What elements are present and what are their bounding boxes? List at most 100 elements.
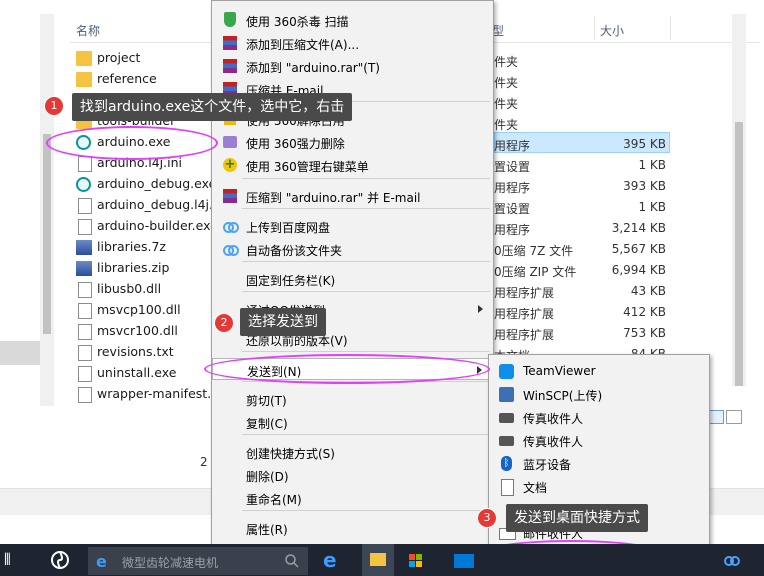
file-size-cell xyxy=(590,116,666,137)
context-menu-item[interactable]: 压缩到 "arduino.rar" 并 E-mail xyxy=(212,185,493,207)
documents-icon xyxy=(499,479,514,496)
highlight-ellipse-2 xyxy=(204,354,490,384)
file-name: libusb0.dll xyxy=(97,281,162,296)
context-menu-item-label: 使用 360管理右键菜单 xyxy=(246,160,369,174)
file-name: libraries.7z xyxy=(97,239,166,254)
taskbar-search-placeholder: 微型齿轮减速电机 xyxy=(122,556,219,570)
column-separator[interactable] xyxy=(594,16,595,40)
file-icon xyxy=(78,345,92,361)
file-row[interactable]: libraries.zip xyxy=(74,258,214,279)
file-name: project xyxy=(97,50,141,65)
file-row[interactable]: reference xyxy=(74,69,214,90)
file-name: libraries.zip xyxy=(97,260,170,275)
file-row[interactable]: msvcr100.dll xyxy=(74,321,214,342)
menu-separator xyxy=(242,178,490,179)
nav-scrollbar-thumb[interactable] xyxy=(43,134,51,334)
file-size-cell xyxy=(590,95,666,116)
file-row[interactable]: arduino-builder.exe xyxy=(74,216,218,237)
context-menu-item-label: 使用 360强力删除 xyxy=(246,137,345,151)
store-icon[interactable] xyxy=(406,550,426,570)
annotation-tip-2: 选择发送到 xyxy=(240,308,326,336)
file-type-cell: 0压缩 ZIP 文件 xyxy=(494,265,577,279)
file-row[interactable]: arduino_debug.exe xyxy=(74,174,216,195)
plus-circle-icon: + xyxy=(223,157,237,172)
file-row[interactable]: revisions.txt xyxy=(74,342,214,363)
annotation-tip-1: 找到arduino.exe这个文件，选中它，右击 xyxy=(72,93,353,121)
context-menu-item[interactable]: 使用 360杀毒 扫描 xyxy=(212,9,493,31)
nav-scrollbar[interactable] xyxy=(40,14,54,406)
context-menu-item[interactable]: + 使用 360管理右键菜单 xyxy=(212,154,493,176)
folder-icon xyxy=(76,51,92,66)
file-name: arduino_debug.l4j.ini xyxy=(97,197,228,212)
file-list-scrollbar[interactable] xyxy=(732,14,746,386)
navigation-pane[interactable] xyxy=(0,0,40,410)
send-to-item[interactable]: TeamViewer xyxy=(489,360,709,382)
context-menu-item[interactable]: 创建快捷方式(S) xyxy=(212,441,493,463)
col-size-header[interactable]: 大小 xyxy=(600,22,624,39)
col-name-header[interactable]: 名称 xyxy=(76,22,100,39)
context-menu-item[interactable]: 剪切(T) xyxy=(212,388,493,410)
file-type-cell: 件夹 xyxy=(494,118,519,132)
file-size-cell: 43 KB xyxy=(630,284,666,298)
pinwheel-app-icon[interactable] xyxy=(50,550,70,570)
context-menu-item[interactable]: 自动备份该文件夹 xyxy=(212,238,493,260)
file-icon xyxy=(78,387,92,403)
context-menu-item[interactable]: 重命名(M) xyxy=(212,487,493,509)
file-type-cell: 0压缩 7Z 文件 xyxy=(494,244,574,258)
send-to-item[interactable]: 传真收件人 xyxy=(489,429,709,451)
search-icon[interactable] xyxy=(284,553,300,569)
file-type-cell: 用程序扩展 xyxy=(494,286,555,300)
file-list-scrollbar-thumb[interactable] xyxy=(735,122,743,386)
file-icon xyxy=(78,366,92,382)
context-menu-item-label: 使用 360杀毒 扫描 xyxy=(246,15,349,29)
file-name: msvcr100.dll xyxy=(97,323,178,338)
send-to-item[interactable]: 文档 xyxy=(489,475,709,497)
context-menu-item[interactable]: 删除(D) xyxy=(212,464,493,486)
annotation-tip-3: 发送到桌面快捷方式 xyxy=(506,504,648,532)
file-row[interactable]: libraries.7z xyxy=(74,237,214,258)
send-to-item[interactable]: 传真收件人 xyxy=(489,406,709,428)
file-row[interactable]: project xyxy=(74,48,214,69)
file-type-cell: 置设置 xyxy=(494,202,531,216)
file-name: revisions.txt xyxy=(97,344,174,359)
file-row[interactable]: arduino_debug.l4j.ini xyxy=(74,195,228,216)
edge-small-icon: e xyxy=(96,552,107,571)
context-menu-item[interactable]: 固定到任务栏(K) xyxy=(212,268,493,290)
context-menu-item[interactable]: 上传到百度网盘 xyxy=(212,215,493,237)
item-count: 2 xyxy=(200,455,208,469)
context-menu-item-label: 上传到百度网盘 xyxy=(246,221,331,235)
send-to-item[interactable]: WinSCP(上传) xyxy=(489,383,709,405)
context-menu-item[interactable]: 添加到压缩文件(A)... xyxy=(212,32,493,54)
file-type-cell: 用程序 xyxy=(494,223,531,237)
mail-taskbar-icon[interactable] xyxy=(454,554,474,568)
context-menu-item[interactable]: 添加到 "arduino.rar"(T) xyxy=(212,55,493,77)
nav-selected-item[interactable] xyxy=(0,341,40,365)
file-row[interactable]: uninstall.exe xyxy=(74,363,214,384)
file-type-cell: 件夹 xyxy=(494,55,519,69)
file-type-cell: 置设置 xyxy=(494,160,531,174)
file-explorer-taskbar-icon[interactable] xyxy=(362,544,394,576)
large-icons-view-icon[interactable] xyxy=(726,410,742,424)
file-icon xyxy=(78,198,92,214)
file-row[interactable]: libusb0.dll xyxy=(74,279,214,300)
details-view-icon[interactable] xyxy=(708,410,724,424)
taskbar-search-box[interactable]: e 微型齿轮减速电机 xyxy=(88,547,308,575)
send-to-item-label: 传真收件人 xyxy=(523,435,584,449)
file-row[interactable]: msvcp100.dll xyxy=(74,300,214,321)
send-to-item[interactable]: ᛒ 蓝牙设备 xyxy=(489,452,709,474)
file-type-cell: 用程序扩展 xyxy=(494,328,555,342)
context-menu-item[interactable]: 使用 360强力删除 xyxy=(212,131,493,153)
file-row[interactable]: wrapper-manifest.x xyxy=(74,384,219,405)
context-menu-item-label: 压缩到 "arduino.rar" 并 E-mail xyxy=(246,191,421,205)
archive-icon xyxy=(76,261,92,276)
menu-separator xyxy=(242,261,490,262)
column-separator[interactable] xyxy=(670,16,671,40)
context-menu-item[interactable]: 属性(R) xyxy=(212,517,493,539)
file-name: arduino-builder.exe xyxy=(97,218,218,233)
file-size-cell: 753 KB xyxy=(623,326,666,340)
baidu-cloud-taskbar-icon[interactable] xyxy=(722,550,742,570)
task-view-icon[interactable]: ⫴ xyxy=(4,550,24,570)
context-menu-item-label: 删除(D) xyxy=(246,470,289,484)
edge-browser-icon[interactable]: e xyxy=(323,550,343,570)
context-menu-item[interactable]: 复制(C) xyxy=(212,411,493,433)
